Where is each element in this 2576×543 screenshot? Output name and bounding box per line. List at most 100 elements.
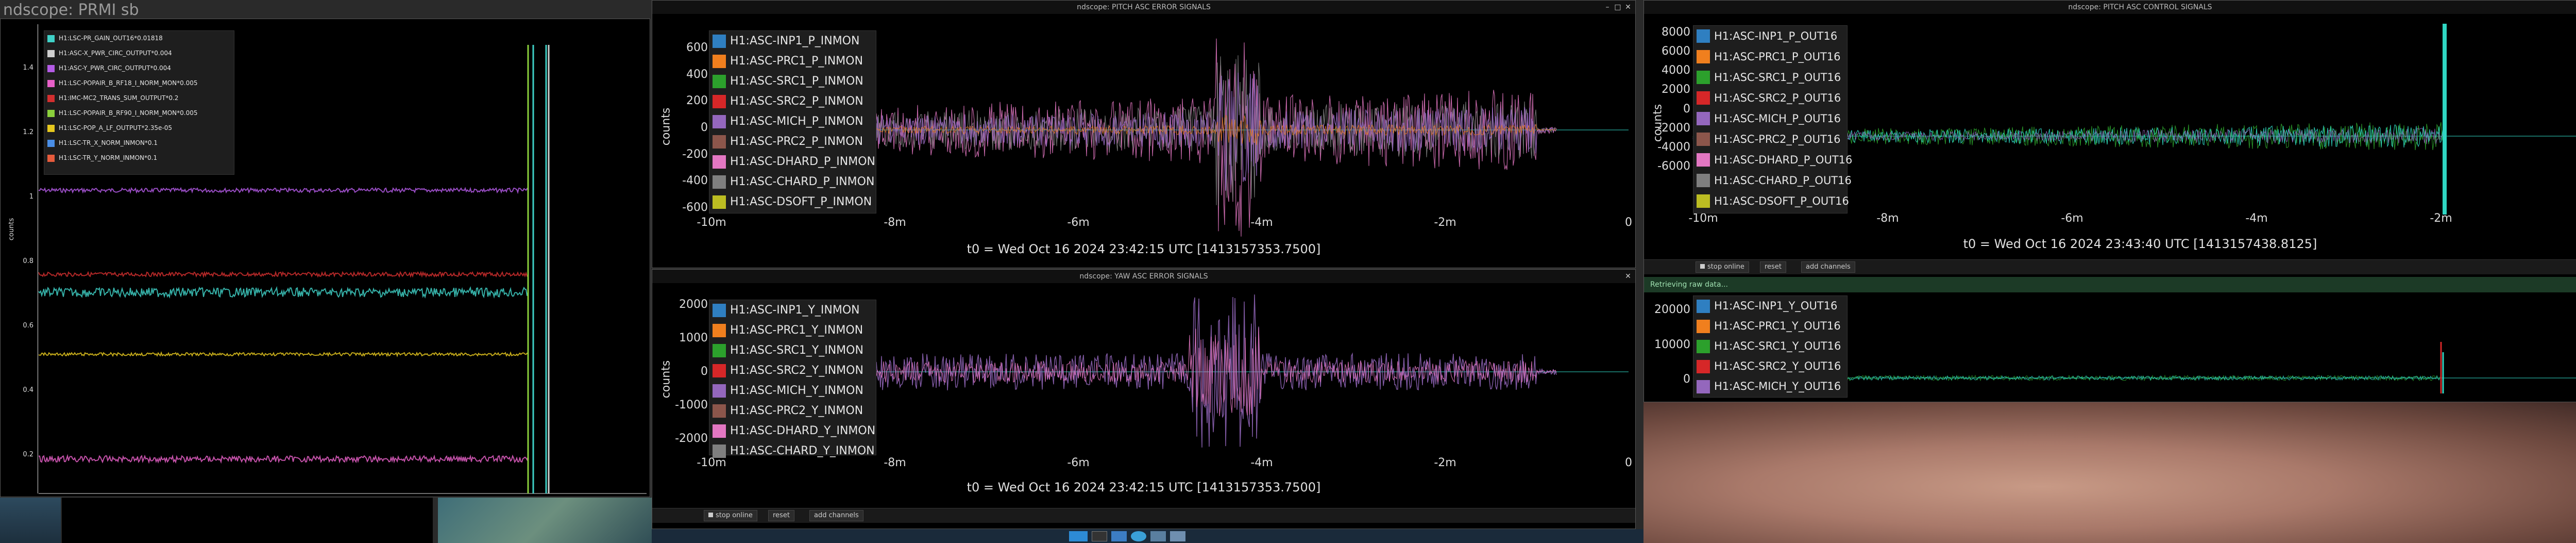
series-line [38, 270, 529, 278]
legend-swatch [1697, 71, 1710, 84]
legend-swatch [47, 154, 55, 162]
legend-entry[interactable]: H1:ASC-INP1_Y_OUT16 [1693, 296, 1847, 316]
legend-label: H1:ASC-MICH_P_OUT16 [1714, 112, 1841, 125]
x-tick-label: -8m [884, 216, 906, 229]
legend-entry[interactable]: H1:ASC-DSOFT_P_OUT16 [1693, 191, 1849, 211]
legend-entry[interactable]: H1:ASC-MICH_Y_OUT16 [1693, 376, 1847, 397]
yaw-error-titlebar[interactable]: ndscope: YAW ASC ERROR SIGNALS [652, 270, 1635, 283]
legend-entry[interactable]: H1:ASC-SRC1_Y_OUT16 [1693, 336, 1847, 356]
legend-entry[interactable]: H1:ASC-PRC1_Y_INMON [709, 320, 876, 340]
legend-entry[interactable]: H1:LSC-POP_A_LF_OUTPUT*2.35e-05 [44, 121, 234, 136]
legend-entry[interactable]: H1:ASC-CHARD_P_OUT16 [1693, 170, 1852, 191]
legend-entry[interactable]: H1:ASC-PRC1_P_INMON [709, 51, 876, 71]
legend-entry[interactable]: H1:ASC-SRC2_Y_INMON [709, 360, 876, 381]
pitch-control-legend[interactable]: H1:ASC-INP1_P_OUT16 H1:ASC-PRC1_P_OUT16 H1… [1693, 25, 1852, 213]
legend-entry[interactable]: H1:ASC-INP1_Y_INMON [709, 300, 876, 320]
legend-entry[interactable]: H1:ASC-DHARD_P_INMON [709, 152, 876, 172]
legend-swatch [1697, 174, 1710, 187]
legend-swatch [1697, 91, 1710, 105]
yaw-control-legend[interactable]: H1:ASC-INP1_Y_OUT16 H1:ASC-PRC1_Y_OUT16 H1… [1693, 295, 1848, 398]
legend-entry[interactable]: H1:ASC-PRC1_Y_OUT16 [1693, 316, 1847, 336]
x-tick-label: -2m [1434, 456, 1456, 469]
y-tick-label: 1 [29, 192, 33, 201]
legend-entry[interactable]: H1:ASC-DHARD_Y_INMON [709, 421, 876, 441]
legend-entry[interactable]: H1:ASC-PRC1_P_OUT16 [1693, 46, 1847, 67]
pitch-control-t0: t0 = Wed Oct 16 2024 23:43:40 UTC [14131… [1963, 237, 2317, 251]
taskbar-terminal-icon[interactable] [1092, 531, 1107, 541]
legend-label: H1:ASC-MICH_Y_OUT16 [1714, 380, 1841, 392]
pitch-control-title: ndscope: PITCH ASC CONTROL SIGNALS [2068, 3, 2212, 11]
yaw-error-legend[interactable]: H1:ASC-INP1_Y_INMON H1:ASC-PRC1_Y_INMON H1… [709, 300, 876, 458]
legend-swatch [47, 79, 55, 87]
legend-entry[interactable]: H1:ASC-SRC2_P_INMON [709, 91, 876, 111]
legend-entry[interactable]: H1:ASC-X_PWR_CIRC_OUTPUT*0.004 [44, 46, 234, 61]
left-legend[interactable]: H1:LSC-PR_GAIN_OUT16*0.01818 H1:ASC-X_PWR… [44, 30, 234, 175]
legend-entry[interactable]: H1:ASC-PRC2_Y_INMON [709, 401, 876, 421]
stop-icon [1700, 264, 1705, 269]
maximize-icon[interactable]: □ [1614, 3, 1622, 11]
legend-entry[interactable]: H1:LSC-POPAIR_B_RF90_I_NORM_MON*0.005 [44, 106, 234, 121]
legend-label: H1:ASC-PRC1_Y_INMON [730, 324, 863, 337]
legend-entry[interactable]: H1:ASC-INP1_P_OUT16 [1693, 26, 1847, 46]
legend-swatch [713, 323, 726, 337]
add-channels-button[interactable]: add channels [809, 510, 863, 521]
legend-entry[interactable]: H1:ASC-INP1_P_INMON [709, 31, 876, 51]
stop-online-label: stop online [716, 512, 753, 519]
taskbar-window-icon[interactable] [1170, 531, 1185, 541]
legend-entry[interactable]: H1:LSC-PR_GAIN_OUT16*0.01818 [44, 31, 234, 46]
legend-swatch [713, 175, 726, 189]
legend-entry[interactable]: H1:ASC-MICH_P_INMON [709, 111, 876, 131]
legend-entry[interactable]: H1:LSC-POPAIR_B_RF18_I_NORM_MON*0.005 [44, 76, 234, 91]
desktop-corner-title: ndscope: PRMI sb [3, 1, 139, 19]
pitch-error-window[interactable]: ndscope: PITCH ASC ERROR SIGNALS – □ ✕ c… [652, 0, 1636, 268]
y-tick-label: 0 [1683, 102, 1690, 116]
y-tick-label: 2000 [679, 298, 708, 311]
pitch-control-window[interactable]: ndscope: PITCH ASC CONTROL SIGNALS ✕ cou… [1643, 0, 2576, 402]
reset-button[interactable]: reset [768, 510, 794, 521]
status-text: Retrieving raw data... [1650, 281, 1728, 289]
legend-entry[interactable]: H1:ASC-SRC1_P_INMON [709, 71, 876, 91]
legend-swatch [1697, 29, 1710, 43]
reset-button[interactable]: reset [1760, 261, 1786, 273]
close-icon[interactable]: ✕ [1624, 272, 1632, 281]
taskbar-settings-icon[interactable] [1150, 531, 1166, 541]
legend-entry[interactable]: H1:ASC-SRC1_Y_INMON [709, 340, 876, 360]
legend-entry[interactable]: H1:ASC-DSOFT_P_INMON [709, 192, 876, 212]
pitch-control-titlebar[interactable]: ndscope: PITCH ASC CONTROL SIGNALS [1644, 1, 2576, 14]
taskbar-browser-icon[interactable] [1131, 531, 1146, 541]
legend-label: H1:ASC-PRC1_P_OUT16 [1714, 51, 1841, 63]
yaw-error-window[interactable]: ndscope: YAW ASC ERROR SIGNALS ✕ counts … [652, 269, 1636, 529]
close-icon[interactable]: ✕ [1624, 3, 1632, 11]
legend-entry[interactable]: H1:ASC-SRC2_Y_OUT16 [1693, 356, 1847, 376]
legend-entry[interactable]: H1:ASC-MICH_P_OUT16 [1693, 108, 1847, 129]
legend-swatch [47, 50, 55, 57]
legend-swatch [713, 343, 726, 357]
camera-view-dark [62, 498, 433, 543]
legend-label: H1:LSC-POPAIR_B_RF18_I_NORM_MON*0.005 [59, 79, 198, 87]
legend-entry[interactable]: H1:LSC-TR_X_NORM_INMON*0.1 [44, 136, 234, 151]
stop-online-button[interactable]: stop online [704, 510, 757, 521]
legend-entry[interactable]: H1:ASC-PRC2_P_INMON [709, 131, 876, 152]
pitch-error-titlebar[interactable]: ndscope: PITCH ASC ERROR SIGNALS [652, 1, 1635, 14]
legend-entry[interactable]: H1:ASC-PRC2_P_OUT16 [1693, 129, 1847, 150]
legend-entry[interactable]: H1:ASC-CHARD_P_INMON [709, 172, 876, 192]
minimize-icon[interactable]: – [1603, 3, 1612, 11]
taskbar-app-icon[interactable] [1069, 531, 1088, 541]
legend-entry[interactable]: H1:LSC-TR_Y_NORM_INMON*0.1 [44, 151, 234, 166]
legend-label: H1:ASC-PRC1_P_INMON [730, 55, 863, 68]
add-channels-button[interactable]: add channels [1801, 261, 1855, 273]
legend-entry[interactable]: H1:ASC-SRC1_P_OUT16 [1693, 67, 1847, 88]
left-ndscope-window[interactable]: counts 1.4 1.2 1 0.8 0.6 0.4 0.2 H1:LSC-PR_GAI… [0, 19, 650, 497]
legend-entry[interactable]: H1:IMC-MC2_TRANS_SUM_OUTPUT*0.2 [44, 91, 234, 106]
legend-entry[interactable]: H1:ASC-Y_PWR_CIRC_OUTPUT*0.004 [44, 61, 234, 76]
legend-entry[interactable]: H1:ASC-DHARD_P_OUT16 [1693, 150, 1852, 170]
pitch-error-legend[interactable]: H1:ASC-INP1_P_INMON H1:ASC-PRC1_P_INMON H1… [709, 30, 876, 213]
legend-entry[interactable]: H1:ASC-SRC2_P_OUT16 [1693, 88, 1847, 108]
legend-entry[interactable]: H1:ASC-CHARD_Y_INMON [709, 441, 876, 461]
y-tick-label: 1.4 [23, 63, 33, 72]
taskbar-files-icon[interactable] [1111, 531, 1127, 541]
legend-label: H1:ASC-SRC2_P_INMON [730, 95, 863, 108]
legend-label: H1:ASC-DSOFT_P_INMON [730, 195, 872, 208]
legend-entry[interactable]: H1:ASC-MICH_Y_INMON [709, 381, 876, 401]
stop-online-button[interactable]: stop online [1696, 261, 1749, 273]
